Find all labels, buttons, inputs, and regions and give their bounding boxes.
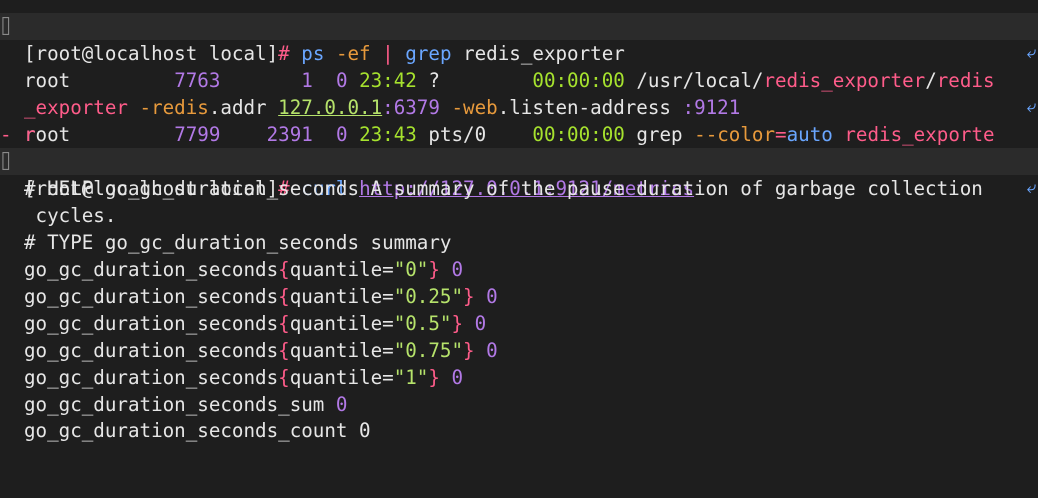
- metric-brace: }: [428, 366, 440, 389]
- metric-brace: {: [278, 312, 290, 335]
- metric-brace: }: [451, 312, 464, 335]
- metric-quantile: "0.25": [393, 285, 463, 308]
- metric-value: 0: [451, 258, 464, 281]
- output-text: # TYPE go_gc_duration_seconds summary: [24, 231, 452, 254]
- metric-brace: }: [463, 285, 475, 308]
- metric-value: 0: [486, 339, 498, 362]
- metric-line: go_gc_duration_seconds{quantile="1"} 0: [0, 364, 1038, 391]
- wrap-arrow-icon: ⤶: [1026, 178, 1036, 198]
- metric-quantile: "0": [393, 258, 429, 281]
- metric-name: go_gc_duration_seconds: [24, 285, 279, 308]
- metric-count-line: go_gc_duration_seconds_count 0: [0, 417, 1038, 444]
- wrap-arrow-icon: ⤶: [1026, 97, 1036, 117]
- metric-sum-line: go_gc_duration_seconds_sum 0: [0, 391, 1038, 418]
- metric-name: go_gc_duration_seconds: [24, 339, 279, 362]
- metric-quantile: "0.75": [393, 339, 463, 362]
- terminal-window[interactable]: ⌷ [root@localhost local]# ps -ef | grep …: [0, 0, 1038, 442]
- output-type-line: # TYPE go_gc_duration_seconds summary: [0, 229, 1038, 256]
- metric-brace: {: [278, 339, 290, 362]
- prompt-line-ps: ⌷ [root@localhost local]# ps -ef | grep …: [0, 13, 1038, 65]
- wrap-tail: r: [24, 123, 36, 146]
- metric-name: go_gc_duration_seconds: [24, 258, 279, 281]
- metric-value: 0: [486, 285, 498, 308]
- prompt-marker-icon: ⌷: [0, 15, 12, 38]
- metric-quantile: "1": [393, 366, 429, 389]
- metric-brace: }: [428, 258, 440, 281]
- prompt-marker-icon: ⌷: [0, 150, 12, 173]
- metric-brace: {: [278, 258, 290, 281]
- prompt-line-curl: ⌷ [root@localhost local]# curl http://12…: [0, 148, 1038, 200]
- metric-value: 0: [451, 366, 464, 389]
- metric-line: go_gc_duration_seconds{quantile="0"} 0: [0, 256, 1038, 283]
- metric-brace: }: [463, 339, 475, 362]
- output-text: go_gc_duration_seconds_count 0: [24, 419, 371, 442]
- metric-brace: {: [278, 285, 290, 308]
- metric-value: 0: [474, 312, 487, 335]
- output-help-wrap: cycles.: [0, 202, 1038, 229]
- metric-quantile: "0.5": [393, 312, 452, 335]
- process-args-row: _exporter -redis.addr 127.0.0.1:6379 -we…: [0, 67, 1038, 119]
- metric-name: go_gc_duration_seconds: [24, 366, 279, 389]
- wrap-arrow-icon: ⤶: [1026, 43, 1036, 63]
- metric-key: quantile=: [289, 366, 394, 389]
- process-row-7799: root 7799 2391 0 23:43 pts/0 00:00:00 gr…: [0, 94, 1038, 146]
- metric-line: go_gc_duration_seconds{quantile="0.75"} …: [0, 337, 1038, 364]
- wrap-tail-row: - r: [0, 121, 1038, 148]
- metric-value: 0: [335, 393, 348, 416]
- metric-key: quantile=: [289, 285, 394, 308]
- output-text: # HELP go_gc_duration_seconds A summary …: [24, 177, 983, 200]
- metric-key: quantile=: [289, 312, 394, 335]
- metric-key: quantile=: [289, 339, 394, 362]
- metric-key: quantile=: [289, 258, 394, 281]
- output-text: cycles.: [24, 204, 117, 227]
- metric-name: go_gc_duration_seconds_sum: [24, 393, 325, 416]
- process-row-7763: root 7763 1 0 23:42 ? 00:00:00 /usr/loca…: [0, 40, 1038, 92]
- metric-line: go_gc_duration_seconds{quantile="0.25"} …: [0, 283, 1038, 310]
- metric-name: go_gc_duration_seconds: [24, 312, 279, 335]
- output-help-line: # HELP go_gc_duration_seconds A summary …: [0, 175, 1038, 202]
- metric-line: go_gc_duration_seconds{quantile="0.5"} 0: [0, 310, 1038, 337]
- continuation-marker-icon: -: [0, 123, 12, 146]
- metric-brace: {: [278, 366, 290, 389]
